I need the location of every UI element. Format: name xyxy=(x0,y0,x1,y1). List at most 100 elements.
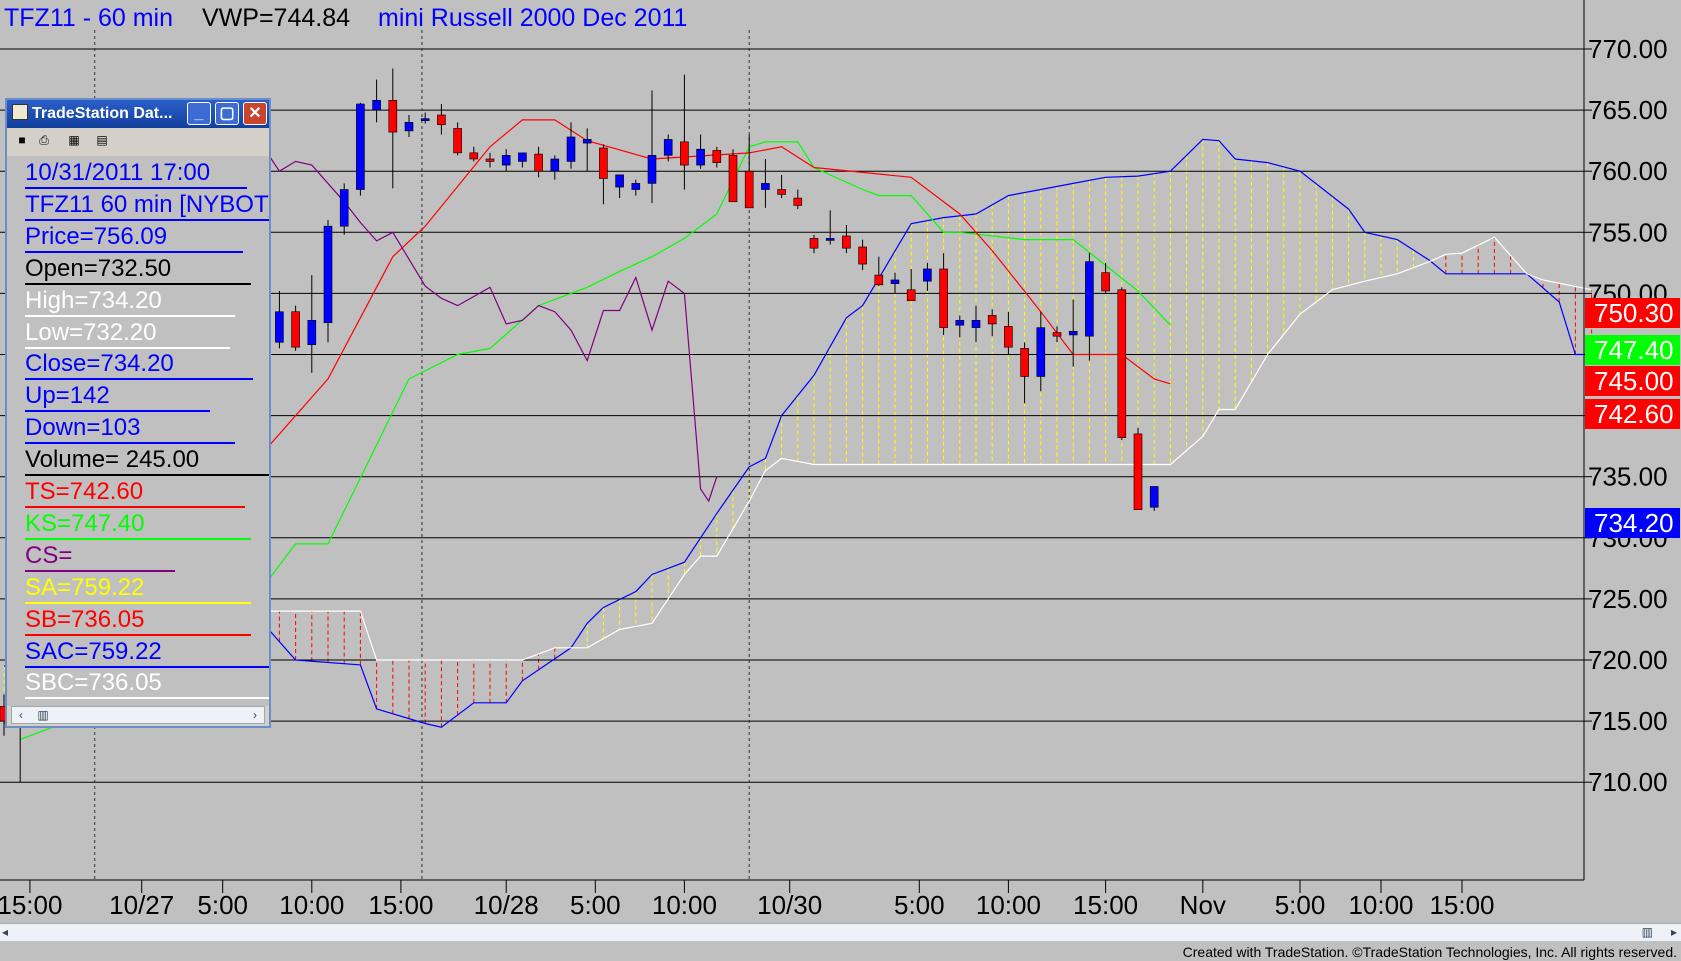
data-field: TFZ11 60 min [NYBOT] xyxy=(25,191,269,221)
down-candle-body xyxy=(874,274,884,286)
data-field: SA=759.22 xyxy=(25,574,251,604)
data-field: Up=142 xyxy=(25,382,210,413)
data-window[interactable]: TradeStation Dat... _ ▢ ✕ ■ ⎙ ▦ ▤ 10/31/… xyxy=(5,98,271,728)
up-candle-body xyxy=(356,103,365,190)
down-candle-body xyxy=(987,315,997,325)
down-candle-body xyxy=(453,128,462,154)
up-candle-body xyxy=(971,319,981,328)
up-candle-body xyxy=(647,155,657,184)
grid-icon[interactable]: ▦ xyxy=(67,133,81,147)
up-candle-body xyxy=(1068,330,1078,336)
chart-scroll-left-icon[interactable]: ◂ xyxy=(2,924,8,940)
print-icon[interactable]: ⎙ xyxy=(37,133,51,147)
data-field: TS=742.60 xyxy=(25,478,245,508)
y-tick-label: 760.00 xyxy=(1588,156,1668,186)
down-candle-body xyxy=(437,114,446,126)
down-candle-body xyxy=(906,289,916,302)
x-tick-label: 5:00 xyxy=(1275,890,1326,920)
scroll-thumb[interactable]: ▥ xyxy=(34,707,52,723)
data-window-scrollbar[interactable]: ‹ ▥ › xyxy=(11,706,265,724)
up-candle-body xyxy=(404,122,414,132)
scroll-right-icon[interactable]: › xyxy=(246,707,264,723)
chart-title-name: mini Russell 2000 Dec 2011 xyxy=(378,4,688,32)
up-candle-body xyxy=(923,268,932,282)
y-tick-label: 765.00 xyxy=(1588,95,1668,125)
x-tick-label: 10:00 xyxy=(279,890,344,920)
data-field: Down=103 xyxy=(25,414,235,445)
minimize-button[interactable]: _ xyxy=(187,102,211,125)
up-candle-body xyxy=(275,311,284,343)
x-tick-label: 15:00 xyxy=(1073,890,1138,920)
save-icon[interactable]: ■ xyxy=(15,133,29,147)
down-candle-body xyxy=(744,170,754,209)
up-candle-body xyxy=(323,225,333,324)
x-tick-label: 5:00 xyxy=(894,890,945,920)
down-candle-body xyxy=(793,197,803,206)
scroll-left-icon[interactable]: ‹ xyxy=(12,707,30,723)
data-field: SBC=736.05 xyxy=(25,669,269,700)
data-window-title: TradeStation Dat... xyxy=(32,105,173,122)
data-field: Low=732.20 xyxy=(25,319,230,349)
data-window-app-icon xyxy=(12,104,28,120)
data-window-toolbar: ■ ⎙ ▦ ▤ xyxy=(7,128,269,154)
x-tick-label: 10:00 xyxy=(1348,890,1413,920)
y-tick-label: 770.00 xyxy=(1588,34,1668,64)
chikou-span-line xyxy=(246,134,718,503)
y-tick-label: 720.00 xyxy=(1588,645,1668,675)
down-candle-body xyxy=(777,189,786,195)
up-candle-body xyxy=(955,319,965,326)
copyright-footer: Created with TradeStation. ©TradeStation… xyxy=(1182,944,1677,960)
data-field: SB=736.05 xyxy=(25,606,251,636)
data-field: High=734.20 xyxy=(25,287,235,317)
down-candle-body xyxy=(1133,433,1143,510)
up-candle-body xyxy=(1085,261,1094,337)
data-field: Close=734.20 xyxy=(25,350,253,381)
down-candle-body xyxy=(712,150,722,163)
up-candle-body xyxy=(890,279,900,284)
x-tick-label: 10/28 xyxy=(474,890,539,920)
down-candle-body xyxy=(1117,289,1127,438)
up-candle-body xyxy=(1149,486,1159,508)
down-candle-body xyxy=(388,100,398,133)
down-candle-body xyxy=(1004,326,1013,348)
up-candle-body xyxy=(825,238,835,241)
price-labels: 750.30 747.40745.00742.60 734.20 xyxy=(1585,298,1680,538)
chart-scroll-thumb[interactable]: ▥ xyxy=(1642,924,1653,940)
up-candle-body xyxy=(307,319,317,346)
y-tick-label: 710.00 xyxy=(1588,767,1668,797)
down-candle-body xyxy=(599,147,608,179)
chart-scroll-right-icon[interactable]: ▸ xyxy=(1671,924,1677,940)
data-field: KS=747.40 xyxy=(25,510,251,540)
maximize-button[interactable]: ▢ xyxy=(215,102,239,125)
up-candle-body xyxy=(550,158,560,172)
up-candle-body xyxy=(761,183,770,190)
x-tick-label: 10/30 xyxy=(757,890,822,920)
y-tick-label: 755.00 xyxy=(1588,217,1668,247)
x-tick-label: 15:00 xyxy=(0,890,62,920)
close-button[interactable]: ✕ xyxy=(243,102,267,125)
x-tick-label: Nov xyxy=(1180,890,1226,920)
data-window-fields: 10/31/2011 17:00 TFZ11 60 min [NYBOT] Pric… xyxy=(7,156,269,706)
down-candle-body xyxy=(469,152,479,160)
x-tick-label: 10:00 xyxy=(976,890,1041,920)
down-candle-body xyxy=(858,246,867,265)
up-candle-body xyxy=(1036,327,1046,377)
chart-title-symbol: TFZ11 - 60 min xyxy=(4,4,174,32)
data-field: Open=732.50 xyxy=(25,255,251,285)
x-tick-label: 10/27 xyxy=(109,890,174,920)
up-candle-body xyxy=(615,174,624,188)
y-tick-label: 735.00 xyxy=(1588,462,1668,492)
price-label-text: 750.30 xyxy=(1594,298,1674,328)
x-tick-label: 5:00 xyxy=(197,890,248,920)
down-candle-body xyxy=(939,268,948,328)
data-window-titlebar[interactable]: TradeStation Dat... _ ▢ ✕ xyxy=(7,100,269,128)
price-label-text: 745.00 xyxy=(1594,366,1674,396)
down-candle-body xyxy=(680,141,689,166)
down-candle-body xyxy=(1101,272,1110,292)
x-tick-label: 10:00 xyxy=(652,890,717,920)
x-tick-label: 15:00 xyxy=(368,890,433,920)
properties-icon[interactable]: ▤ xyxy=(95,133,109,147)
chart-horizontal-scrollbar[interactable]: ◂ ▥ ▸ xyxy=(0,923,1681,941)
down-candle-body xyxy=(842,235,851,249)
y-tick-label: 725.00 xyxy=(1588,584,1668,614)
